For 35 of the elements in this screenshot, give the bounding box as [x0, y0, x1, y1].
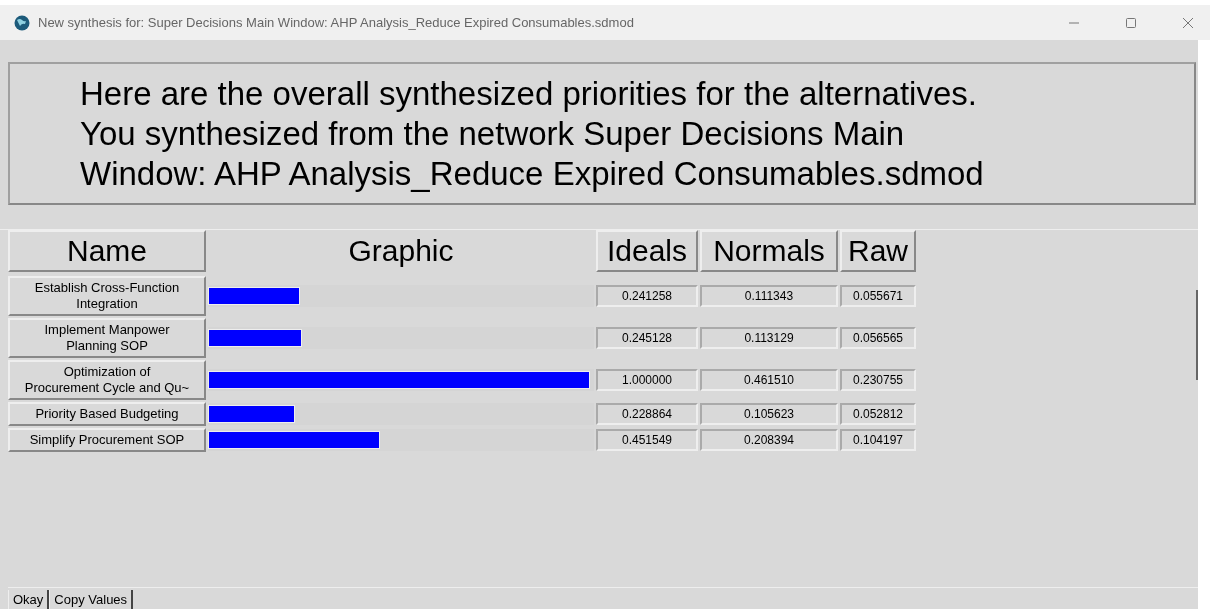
- dialog-button[interactable]: Copy Values: [49, 590, 134, 609]
- table-cell: 0.230755: [840, 369, 916, 391]
- table-cell: 0.208394: [700, 429, 838, 451]
- column-header: Raw: [840, 230, 916, 272]
- message-text: You synthesized from the network Super Decisions Main: [80, 113, 906, 154]
- alternative-name: Simplify Procurement SOP: [8, 428, 206, 452]
- column-header: Name: [8, 230, 206, 272]
- table-cell: 0.105623: [700, 403, 838, 425]
- table-cell: 0.052812: [840, 403, 916, 425]
- window-title: New synthesis for: Super Decisions Main Window: AHP Analysis_Reduce Expired Consumables.sdmod: [38, 15, 634, 30]
- table-cell: 0.104197: [840, 429, 916, 451]
- table-cell: 0.451549: [596, 429, 698, 451]
- table-cell: 0.241258: [596, 285, 698, 307]
- table-cell: 0.461510: [700, 369, 838, 391]
- table-cell: 0.056565: [840, 327, 916, 349]
- globe-icon: [14, 14, 30, 31]
- alternative-name: Priority Based Budgeting: [8, 402, 206, 426]
- alternative-name: Implement Manpower Planning SOP: [8, 318, 206, 358]
- scrollbar-thumb[interactable]: [1196, 290, 1198, 380]
- alternative-name: Establish Cross-Function Integration: [8, 276, 206, 316]
- column-header: Ideals: [596, 230, 698, 272]
- dialog-button[interactable]: Okay: [8, 590, 50, 609]
- close-icon[interactable]: [1182, 16, 1194, 29]
- message-text: Window: AHP Analysis_Reduce Expired Consumables.sdmod: [80, 153, 985, 194]
- table-cell: 0.228864: [596, 403, 698, 425]
- message-text: Here are the overall synthesized priorities for the alternatives.: [80, 73, 978, 114]
- table-cell: 0.113129: [700, 327, 838, 349]
- maximize-icon[interactable]: [1125, 16, 1137, 29]
- table-cell: 0.245128: [596, 327, 698, 349]
- alternative-name: Optimization of Procurement Cycle and Qu~: [8, 360, 206, 400]
- column-header: Normals: [700, 230, 838, 272]
- table-cell: 0.055671: [840, 285, 916, 307]
- column-header: Graphic: [347, 233, 455, 269]
- table-cell: 1.000000: [596, 369, 698, 391]
- table-cell: 0.111343: [700, 285, 838, 307]
